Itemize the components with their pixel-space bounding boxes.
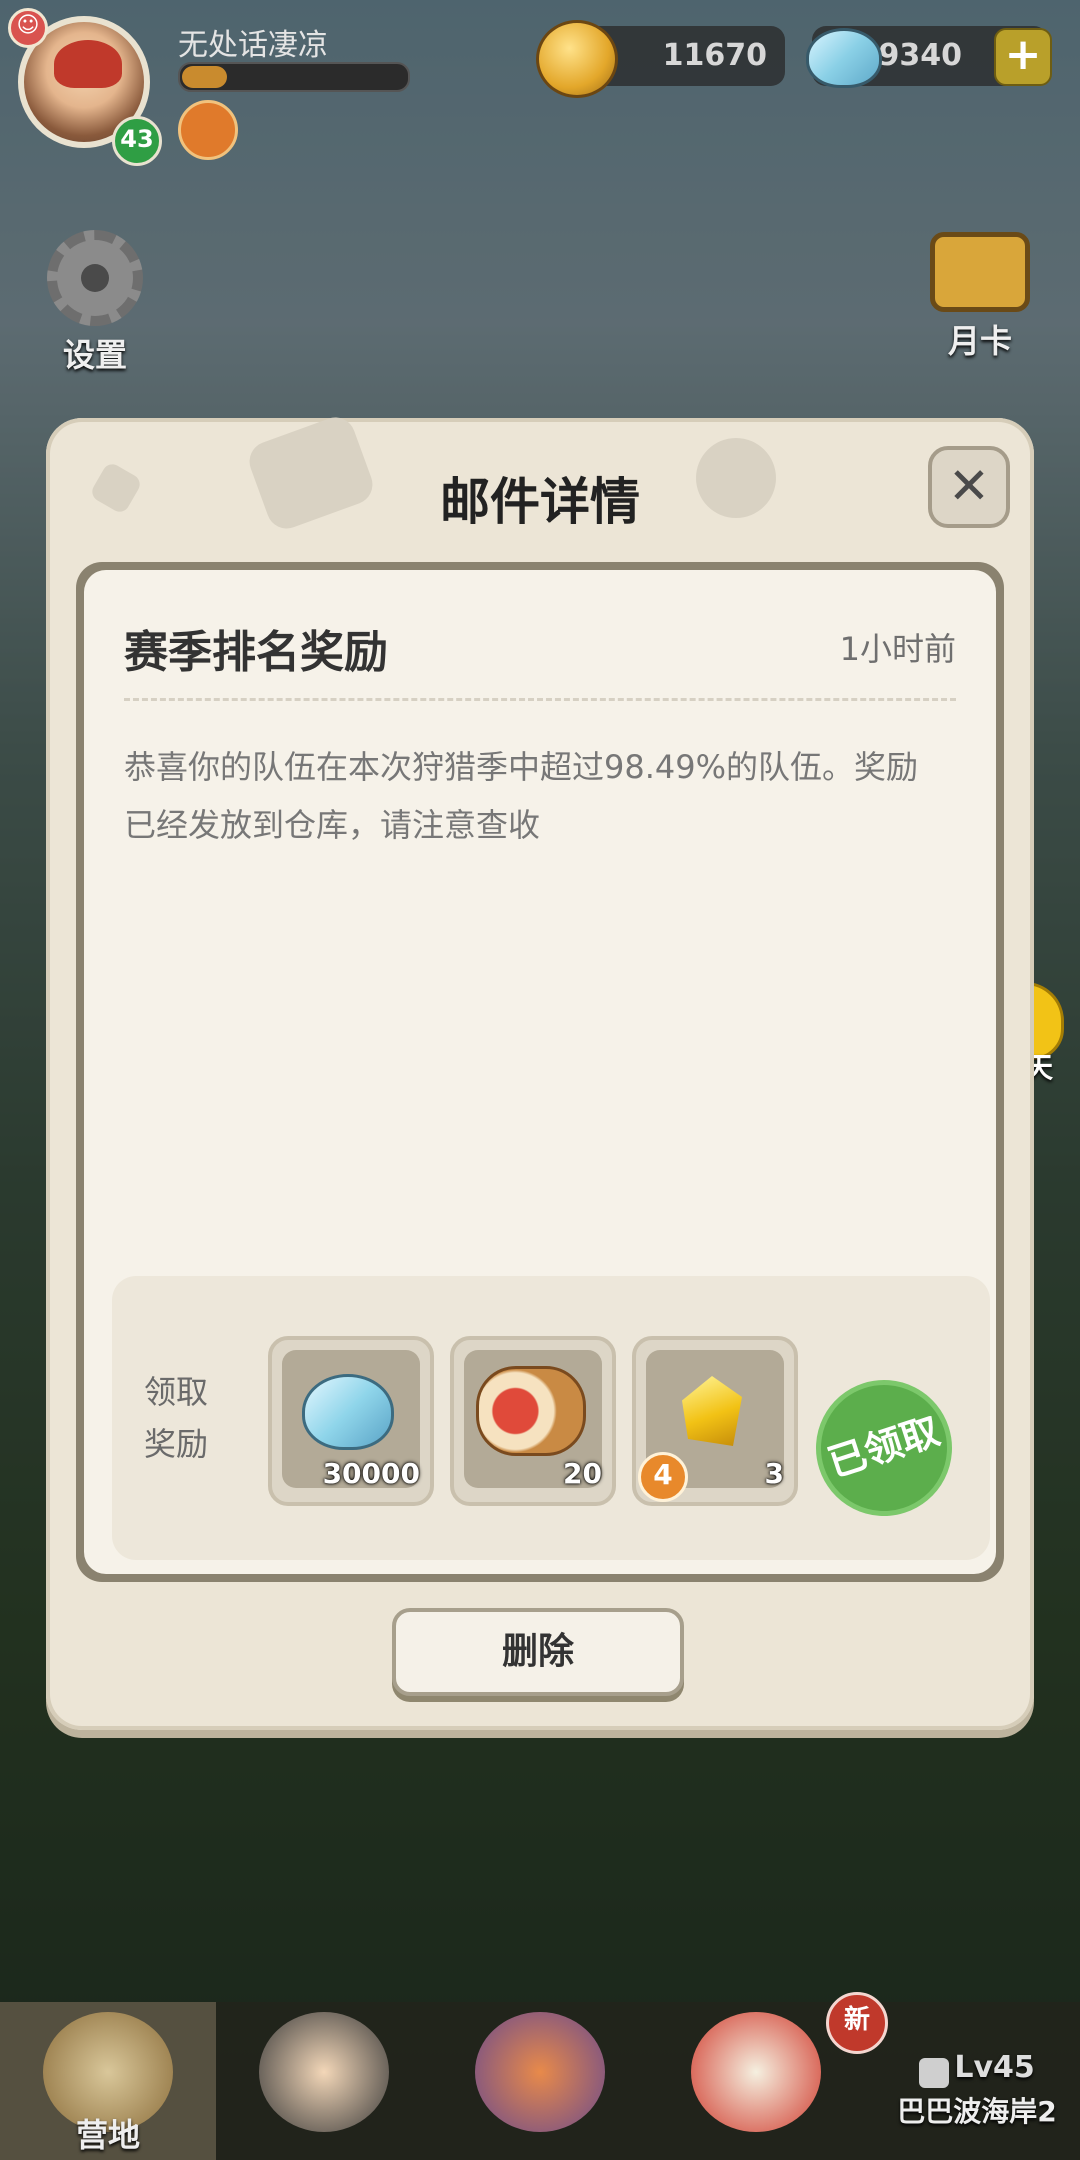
month-card-button[interactable]: 月卡 xyxy=(920,232,1040,362)
item-level-badge: 4 xyxy=(638,1452,688,1502)
reward-item-crystal[interactable]: 4 3 xyxy=(632,1336,798,1506)
locked-area-name: 巴巴波海岸2 xyxy=(897,2094,1057,2128)
rank-icon[interactable] xyxy=(178,100,238,160)
gold-value: 11670 xyxy=(662,38,767,73)
mail-content: 赛季排名奖励 1小时前 恭喜你的队伍在本次狩猎季中超过98.49%的队伍。奖励已… xyxy=(84,570,996,1574)
mail-panel: 赛季排名奖励 1小时前 恭喜你的队伍在本次狩猎季中超过98.49%的队伍。奖励已… xyxy=(76,562,1004,1582)
gem-icon xyxy=(806,28,882,88)
xp-bar xyxy=(178,62,410,92)
add-gems-button[interactable]: + xyxy=(994,28,1052,86)
item-quantity: 20 xyxy=(563,1457,602,1490)
tab-camp[interactable]: 营地 xyxy=(0,2002,216,2160)
tab-hero[interactable] xyxy=(216,2002,432,2160)
mail-detail-dialog: 邮件详情 ✕ 赛季排名奖励 1小时前 恭喜你的队伍在本次狩猎季中超过98.49%… xyxy=(46,411,1034,1730)
reward-area: 领取 奖励 30000 20 4 3 已领取 xyxy=(112,1276,990,1560)
month-card-icon xyxy=(930,232,1030,312)
hero-icon xyxy=(259,2012,389,2132)
close-button[interactable]: ✕ xyxy=(928,446,1010,528)
avatar-hair xyxy=(54,40,122,88)
gem-icon xyxy=(302,1374,394,1450)
pet-icon xyxy=(691,2012,821,2132)
mail-body: 恭喜你的队伍在本次狩猎季中超过98.49%的队伍。奖励已经发放到仓库，请注意查收 xyxy=(124,748,919,844)
divider xyxy=(124,698,956,701)
mail-subject: 赛季排名奖励 xyxy=(124,627,388,678)
reward-item-gem[interactable]: 30000 xyxy=(268,1336,434,1506)
locked-level: Lv45 xyxy=(954,2050,1035,2085)
item-quantity: 3 xyxy=(764,1457,784,1490)
xp-bar-fill xyxy=(182,66,227,88)
meat-icon xyxy=(476,1366,586,1456)
lock-icon xyxy=(919,2057,950,2088)
tab-label: 营地 xyxy=(75,2116,140,2154)
mail-time: 1小时前 xyxy=(839,630,956,668)
player-level-badge: 43 xyxy=(112,116,162,166)
gear-icon xyxy=(47,230,143,326)
reward-label: 领取 奖励 xyxy=(144,1373,209,1463)
avatar-notice-icon: ☺ xyxy=(8,8,48,48)
totem-icon xyxy=(475,2012,605,2132)
reward-item-meat[interactable]: 20 xyxy=(450,1336,616,1506)
locked-area-tab[interactable]: Lv45 巴巴波海岸2 xyxy=(874,2010,1080,2160)
delete-button[interactable]: 删除 xyxy=(392,1608,684,1696)
settings-label: 设置 xyxy=(62,336,127,374)
claimed-stamp: 已领取 xyxy=(798,1362,970,1534)
item-quantity: 30000 xyxy=(322,1457,420,1490)
player-name: 无处话凄凉 xyxy=(178,28,328,63)
settings-button[interactable]: 设置 xyxy=(40,230,150,376)
dialog-title: 邮件详情 xyxy=(440,473,640,531)
month-card-label: 月卡 xyxy=(947,322,1012,360)
gold-coin-icon xyxy=(536,20,618,98)
tab-totem[interactable] xyxy=(432,2002,648,2160)
